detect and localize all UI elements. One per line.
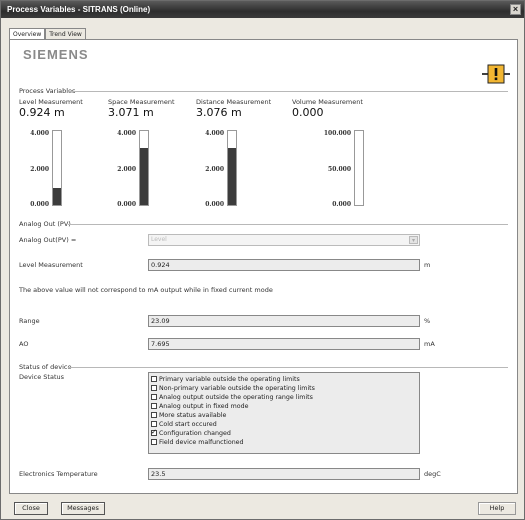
space-bar-gauge (139, 130, 149, 206)
status-item[interactable]: Non-primary variable outside the operati… (151, 385, 315, 393)
status-item-label: Configuration changed (159, 430, 231, 437)
distance-measurement-title: Distance Measurement (196, 98, 272, 106)
fixed-current-note: The above value will not correspond to m… (19, 286, 273, 294)
analog-out-pv-selected: Level (151, 236, 167, 243)
range-unit: % (424, 317, 431, 325)
analog-out-heading: Analog Out (PV) (19, 220, 71, 228)
tick-label: 2.000 (117, 166, 136, 173)
status-item-label: Analog output outside the operating rang… (159, 394, 313, 401)
volume-measurement-value: 0.000 (292, 106, 324, 119)
distance-measurement-value: 3.076 m (196, 106, 242, 119)
level-bar-gauge (52, 130, 62, 206)
status-item[interactable]: Cold start occured (151, 421, 217, 429)
siemens-logo: SIEMENS (23, 47, 89, 62)
checkbox[interactable] (151, 412, 157, 418)
level-bar-fill (53, 187, 61, 205)
checkbox[interactable] (151, 421, 157, 427)
space-bar-fill (140, 148, 148, 205)
tick-label: 0.000 (117, 201, 136, 208)
device-status-list: Primary variable outside the operating l… (148, 372, 420, 454)
temperature-unit: degC (424, 470, 441, 478)
space-measurement-title: Space Measurement (108, 98, 175, 106)
electronics-temperature-field[interactable]: 23.5 (148, 468, 420, 480)
checkbox[interactable] (151, 439, 157, 445)
ao-label: AO (19, 340, 29, 348)
volume-measurement-title: Volume Measurement (292, 98, 363, 106)
status-item-label: Non-primary variable outside the operati… (159, 385, 315, 392)
level-measurement-value: 0.924 m (19, 106, 65, 119)
tick-label: 0.000 (205, 201, 224, 208)
checkbox[interactable] (151, 376, 157, 382)
level-measurement-label: Level Measurement (19, 261, 83, 269)
analog-out-pv-label: Analog Out(PV) = (19, 236, 77, 244)
electronics-temperature-label: Electronics Temperature (19, 470, 98, 478)
status-item-label: Cold start occured (159, 421, 217, 428)
status-item[interactable]: Field device malfunctioned (151, 439, 244, 447)
analog-out-pv-select[interactable]: Level ▾ (148, 234, 420, 246)
checkbox[interactable] (151, 394, 157, 400)
tick-label: 4.000 (117, 130, 136, 137)
status-item[interactable]: Configuration changed (151, 428, 231, 438)
device-status-warning-icon (482, 64, 510, 84)
distance-bar-gauge (227, 130, 237, 206)
process-variables-window: Process Variables - SITRANS (Online) × O… (0, 0, 525, 520)
help-button[interactable]: Help (478, 502, 516, 515)
ao-field[interactable]: 7.695 (148, 338, 420, 350)
device-status-label: Device Status (19, 373, 65, 381)
tick-label: 50.000 (328, 166, 351, 173)
status-item-label: More status available (159, 412, 227, 419)
checkbox[interactable] (151, 385, 157, 391)
tick-label: 0.000 (332, 201, 351, 208)
divider (68, 224, 508, 225)
status-item[interactable]: Analog output in fixed mode (151, 403, 249, 411)
status-item-label: Field device malfunctioned (159, 439, 244, 446)
tick-label: 4.000 (30, 130, 49, 137)
status-item[interactable]: More status available (151, 412, 226, 420)
checkbox-checked[interactable] (151, 428, 157, 436)
messages-button[interactable]: Messages (61, 502, 105, 515)
window-title: Process Variables - SITRANS (Online) (7, 5, 151, 14)
level-unit: m (424, 261, 431, 269)
tick-label: 100.000 (323, 130, 351, 137)
divider (68, 367, 508, 368)
level-measurement-title: Level Measurement (19, 98, 83, 106)
tick-label: 2.000 (205, 166, 224, 173)
tick-label: 4.000 (205, 130, 224, 137)
range-field[interactable]: 23.09 (148, 315, 420, 327)
chevron-down-icon[interactable]: ▾ (409, 236, 418, 244)
checkbox[interactable] (151, 403, 157, 409)
title-bar: Process Variables - SITRANS (Online) × (1, 1, 524, 18)
volume-bar-gauge (354, 130, 364, 206)
ao-unit: mA (424, 340, 435, 348)
status-item-label: Analog output in fixed mode (159, 403, 249, 410)
status-item[interactable]: Primary variable outside the operating l… (151, 376, 300, 384)
space-measurement-value: 3.071 m (108, 106, 154, 119)
close-icon[interactable]: × (510, 4, 521, 15)
range-label: Range (19, 317, 40, 325)
process-variables-heading: Process Variables (19, 87, 76, 95)
close-button[interactable]: Close (14, 502, 48, 515)
tick-label: 0.000 (30, 201, 49, 208)
status-heading: Status of device (19, 363, 72, 371)
tick-label: 2.000 (30, 166, 49, 173)
overview-panel: SIEMENS Process Variables Level Measurem… (9, 39, 518, 494)
status-item-label: Primary variable outside the operating l… (159, 376, 300, 383)
divider (68, 91, 508, 92)
distance-bar-fill (228, 148, 236, 205)
status-item[interactable]: Analog output outside the operating rang… (151, 394, 313, 402)
level-measurement-field[interactable]: 0.924 (148, 259, 420, 271)
